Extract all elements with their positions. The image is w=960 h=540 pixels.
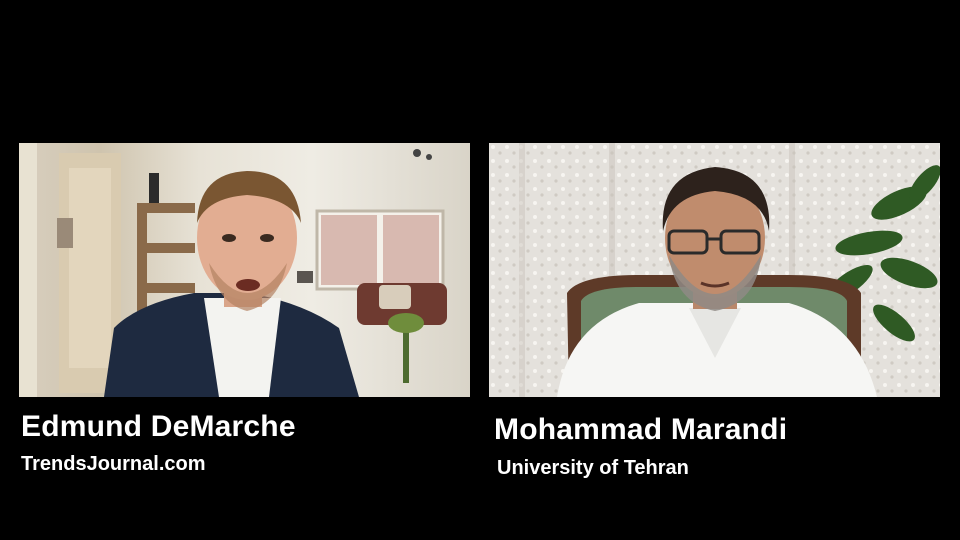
participant-name-right: Mohammad Marandi bbox=[494, 413, 788, 446]
participant-video-mohammad-marandi[interactable] bbox=[489, 143, 940, 397]
participant-affiliation-right: University of Tehran bbox=[497, 457, 689, 479]
video-frame-left bbox=[19, 143, 447, 397]
video-frame-right bbox=[489, 143, 940, 397]
participant-video-edmund-demarche[interactable] bbox=[19, 143, 470, 397]
video-call-stage: Edmund DeMarche TrendsJournal.com Mohamm… bbox=[0, 0, 960, 540]
participant-affiliation-left: TrendsJournal.com bbox=[21, 453, 206, 475]
participant-name-left: Edmund DeMarche bbox=[21, 410, 296, 443]
